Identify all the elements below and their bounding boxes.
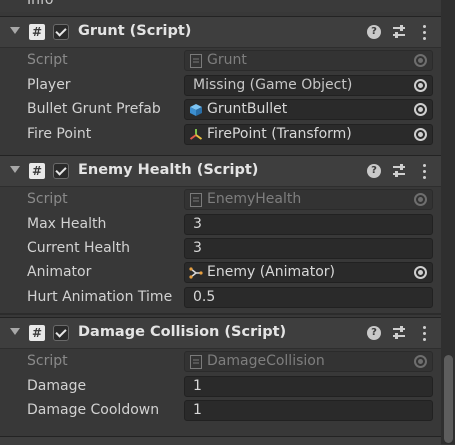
component-title: Enemy Health (Script) (78, 162, 259, 178)
property-label: Damage Cooldown (27, 402, 160, 418)
object-picker-icon[interactable] (414, 79, 427, 92)
component-header-grunt[interactable]: # Grunt (Script) ? (0, 16, 441, 48)
presets-icon[interactable] (391, 23, 407, 41)
property-value: 1 (193, 378, 202, 394)
property-row-script: Script DamageCollision (0, 350, 441, 374)
property-value: GruntBullet (207, 101, 288, 117)
help-icon[interactable]: ? (367, 326, 381, 340)
property-row-animator: Animator Enemy (Animator) (0, 261, 441, 285)
help-icon[interactable]: ? (367, 164, 381, 178)
object-picker-icon (414, 355, 427, 368)
prefab-cube-icon (190, 104, 202, 116)
property-row-fire-point: Fire Point FirePoint (Transform) (0, 123, 441, 147)
max-health-input[interactable]: 3 (184, 214, 433, 235)
property-row-script: Script Grunt (0, 49, 441, 73)
object-picker-icon[interactable] (414, 103, 427, 116)
component-title: Grunt (Script) (78, 23, 192, 39)
property-row-bullet-grunt-prefab: Bullet Grunt Prefab GruntBullet (0, 98, 441, 122)
object-picker-icon (414, 193, 427, 206)
property-row-player: Player Missing (Game Object) (0, 74, 441, 98)
property-row-damage-cooldown: Damage Cooldown 1 (0, 399, 441, 423)
help-icon[interactable]: ? (367, 25, 381, 39)
property-label: Hurt Animation Time (27, 289, 173, 305)
context-menu-icon[interactable] (420, 325, 428, 343)
animator-object-field[interactable]: Enemy (Animator) (184, 262, 433, 283)
property-label: Script (27, 52, 68, 68)
context-menu-icon[interactable] (420, 163, 428, 181)
player-object-field[interactable]: Missing (Game Object) (184, 75, 433, 96)
foldout-arrow-icon[interactable] (10, 27, 20, 34)
script-object-field: DamageCollision (184, 351, 433, 372)
component-header-enemy-health[interactable]: # Enemy Health (Script) ? (0, 155, 441, 187)
property-value: 3 (193, 216, 202, 232)
fire-point-object-field[interactable]: FirePoint (Transform) (184, 124, 433, 145)
component-title: Damage Collision (Script) (78, 324, 287, 340)
property-label: Script (27, 191, 68, 207)
current-health-input[interactable]: 3 (184, 238, 433, 259)
property-value: FirePoint (Transform) (207, 126, 352, 142)
damage-input[interactable]: 1 (184, 376, 433, 397)
script-object-field: Grunt (184, 50, 433, 71)
csharp-script-icon: # (29, 24, 45, 40)
property-value: 0.5 (193, 289, 216, 305)
object-picker-icon[interactable] (414, 266, 427, 279)
property-label: Animator (27, 264, 92, 280)
damage-cooldown-input[interactable]: 1 (184, 400, 433, 421)
property-label: Fire Point (27, 126, 92, 142)
bullet-prefab-object-field[interactable]: GruntBullet (184, 99, 433, 120)
component-enabled-checkbox[interactable] (53, 24, 69, 40)
property-label: Bullet Grunt Prefab (27, 101, 161, 117)
property-label: Max Health (27, 216, 107, 232)
script-file-icon (190, 355, 202, 369)
animator-icon (189, 267, 203, 279)
property-row-hurt-animation-time: Hurt Animation Time 0.5 (0, 286, 441, 310)
context-menu-icon[interactable] (420, 24, 428, 42)
hurt-animation-time-input[interactable]: 0.5 (184, 287, 433, 308)
csharp-script-icon: # (29, 163, 45, 179)
component-enabled-checkbox[interactable] (53, 163, 69, 179)
property-label: Current Health (27, 240, 131, 256)
script-object-field: EnemyHealth (184, 189, 433, 210)
property-label: Script (27, 353, 68, 369)
clipped-info-text: Info (27, 0, 54, 8)
property-value: EnemyHealth (207, 191, 302, 207)
inspector-scrollbar-thumb[interactable] (444, 355, 453, 443)
property-row-max-health: Max Health 3 (0, 213, 441, 237)
presets-icon[interactable] (391, 324, 407, 342)
csharp-script-icon: # (29, 325, 45, 341)
object-picker-icon (414, 54, 427, 67)
property-row-script: Script EnemyHealth (0, 188, 441, 212)
property-value: Grunt (207, 52, 247, 68)
clipped-info-header: Info (0, 0, 441, 12)
script-file-icon (190, 54, 202, 68)
foldout-arrow-icon[interactable] (10, 328, 20, 335)
script-file-icon (190, 193, 202, 207)
object-picker-icon[interactable] (414, 128, 427, 141)
component-header-damage-collision[interactable]: # Damage Collision (Script) ? (0, 317, 441, 349)
property-value: Missing (Game Object) (193, 77, 353, 93)
transform-icon (189, 129, 203, 140)
property-value: 1 (193, 402, 202, 418)
property-row-damage: Damage 1 (0, 375, 441, 399)
component-enabled-checkbox[interactable] (53, 325, 69, 341)
property-label: Damage (27, 378, 87, 394)
foldout-arrow-icon[interactable] (10, 166, 20, 173)
property-value: 3 (193, 240, 202, 256)
property-label: Player (27, 77, 71, 93)
property-row-current-health: Current Health 3 (0, 237, 441, 261)
property-value: Enemy (Animator) (207, 264, 335, 280)
property-value: DamageCollision (207, 353, 325, 369)
presets-icon[interactable] (391, 162, 407, 180)
component-divider (0, 313, 441, 315)
